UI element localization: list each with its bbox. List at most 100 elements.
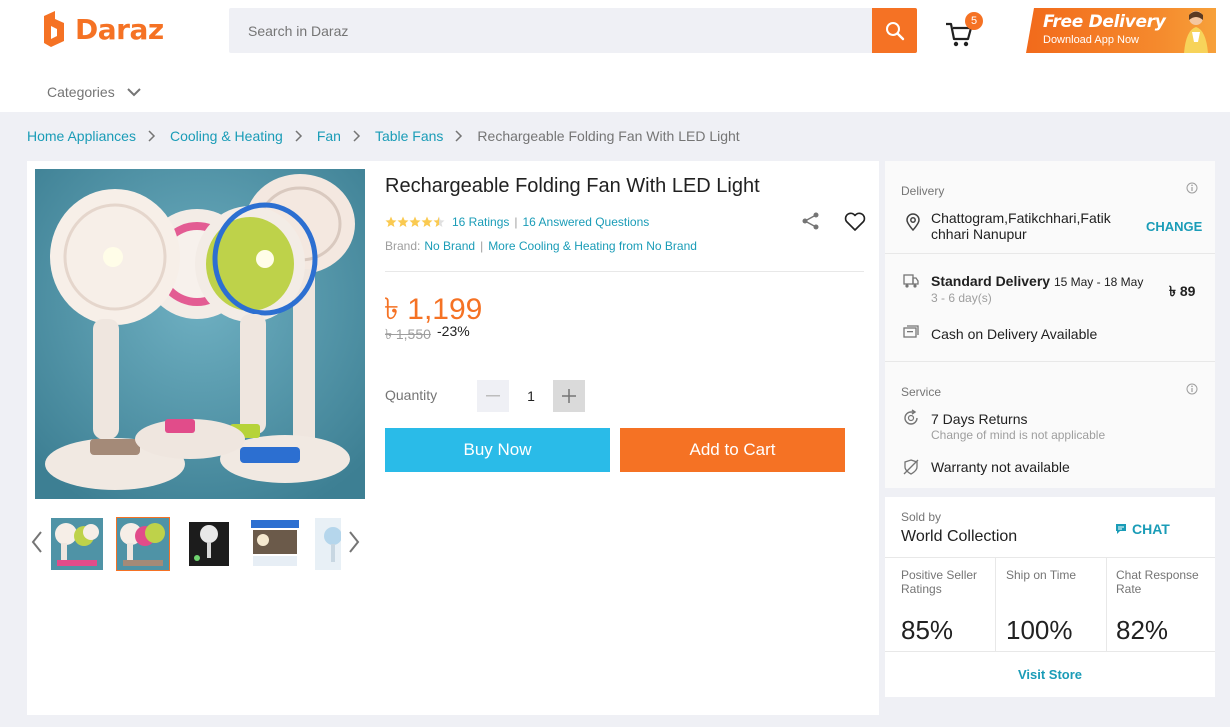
thumbnail-1[interactable]	[51, 518, 103, 570]
daraz-logo-icon	[44, 11, 64, 47]
separator: |	[514, 215, 518, 229]
standard-delivery-days: 3 - 6 day(s)	[931, 291, 992, 305]
metric-label: Chat Response Rate	[1116, 568, 1199, 596]
cart-count-badge: 5	[965, 12, 983, 30]
search-button[interactable]	[872, 8, 917, 53]
seller-name[interactable]: World Collection	[901, 528, 1017, 546]
returns-policy-note: Change of mind is not applicable	[931, 428, 1106, 442]
chevron-right-icon	[455, 130, 463, 142]
star-half-icon	[433, 216, 445, 227]
chevron-right-icon	[353, 130, 360, 142]
thumbnail-image	[183, 518, 235, 570]
divider	[885, 651, 1215, 652]
standard-delivery-row: Standard Delivery 15 May - 18 May	[931, 273, 1143, 289]
answered-questions-link[interactable]: 16 Answered Questions	[523, 215, 650, 229]
cart-button[interactable]: 5	[944, 12, 984, 52]
search-icon	[885, 21, 904, 40]
thumbnail-image	[117, 518, 169, 570]
metric-value: 82%	[1116, 615, 1169, 645]
metric-value: 85%	[901, 615, 954, 645]
minus-icon	[486, 395, 500, 397]
seller-metric-chat-response: Chat Response Rate 82%	[1107, 557, 1215, 651]
standard-delivery-dates: 15 May - 18 May	[1053, 275, 1144, 289]
standard-delivery-label: Standard Delivery	[931, 273, 1051, 289]
breadcrumb-fan[interactable]: Fan	[317, 128, 341, 144]
breadcrumb-home-appliances[interactable]: Home Appliances	[27, 128, 136, 144]
star-icon	[421, 216, 433, 227]
delivery-fee: ৳ 89	[1169, 283, 1196, 299]
thumbnail-image	[249, 518, 301, 570]
chevron-right-icon[interactable]	[347, 530, 361, 554]
add-to-cart-button[interactable]: Add to Cart	[620, 428, 845, 472]
promo-subtitle: Download App Now	[1043, 34, 1140, 46]
seller-metric-positive-ratings: Positive Seller Ratings 85%	[885, 557, 996, 651]
chevron-left-icon[interactable]	[30, 530, 44, 554]
delivery-location: Chattogram,Fatikchhari,Fatik chhari Nanu…	[931, 210, 1111, 242]
sold-by-label: Sold by	[901, 510, 942, 524]
promo-model-image	[1184, 11, 1208, 53]
categories-dropdown[interactable]: Categories	[47, 84, 141, 100]
info-icon[interactable]	[1186, 182, 1198, 194]
location-pin-icon	[906, 213, 920, 231]
delivery-truck-icon	[903, 274, 919, 288]
quantity-decrease-button[interactable]	[477, 380, 509, 412]
return-icon	[904, 409, 918, 425]
search-bar	[229, 8, 917, 53]
thumbnail-image	[51, 518, 103, 570]
returns-policy: 7 Days Returns	[931, 411, 1028, 427]
free-delivery-banner[interactable]: Free Delivery Download App Now	[1026, 8, 1216, 53]
divider	[385, 271, 864, 272]
chevron-right-icon	[148, 130, 156, 142]
chat-label: CHAT	[1132, 521, 1170, 537]
info-icon[interactable]	[1186, 383, 1198, 395]
promo-title: Free Delivery	[1043, 12, 1166, 32]
share-icon[interactable]	[801, 211, 821, 231]
buy-now-button[interactable]: Buy Now	[385, 428, 610, 472]
metric-label: Positive Seller Ratings	[901, 568, 978, 596]
plus-icon	[562, 389, 576, 403]
logo-text: Daraz	[75, 12, 164, 46]
more-from-brand-link[interactable]: More Cooling & Heating from No Brand	[488, 239, 697, 253]
discount-percent: -23%	[437, 323, 470, 339]
seller-panel: Sold by World Collection CHAT Positive S…	[885, 497, 1215, 697]
breadcrumb: Home Appliances Cooling & Heating Fan Ta…	[27, 128, 740, 144]
thumbnail-4[interactable]	[249, 518, 301, 570]
breadcrumb-current: Rechargeable Folding Fan With LED Light	[477, 128, 740, 144]
quantity-input[interactable]	[509, 380, 553, 412]
brand-label: Brand:	[385, 239, 421, 253]
star-icon	[385, 216, 397, 227]
separator: |	[480, 239, 484, 253]
change-location-button[interactable]: CHANGE	[1146, 219, 1202, 234]
chat-icon	[1116, 524, 1126, 534]
delivery-section-label: Delivery	[901, 184, 945, 198]
thumbnail-5[interactable]	[315, 518, 341, 570]
star-rating[interactable]	[385, 216, 445, 228]
fan-product-photo	[35, 169, 365, 499]
thumbnail-3[interactable]	[183, 518, 235, 570]
service-section-label: Service	[901, 385, 942, 399]
visit-store-link[interactable]: Visit Store	[885, 667, 1215, 682]
cash-on-delivery: Cash on Delivery Available	[931, 326, 1098, 342]
breadcrumb-cooling-heating[interactable]: Cooling & Heating	[170, 128, 283, 144]
metric-label: Ship on Time	[1006, 568, 1077, 582]
warranty-off-icon	[903, 459, 919, 475]
divider	[885, 361, 1215, 362]
chevron-down-icon	[126, 87, 141, 96]
top-header: Daraz 5 Free Delivery Download App Now	[0, 0, 1230, 112]
rating-row: 16 Ratings | 16 Answered Questions	[385, 215, 649, 229]
ratings-link[interactable]: 16 Ratings	[452, 215, 509, 229]
breadcrumb-table-fans[interactable]: Table Fans	[375, 128, 443, 144]
product-main-image[interactable]	[35, 169, 365, 499]
brand-link[interactable]: No Brand	[424, 239, 475, 253]
original-price: ৳ 1,550	[385, 326, 431, 342]
heart-icon[interactable]	[844, 212, 866, 232]
search-input[interactable]	[229, 8, 872, 53]
cash-icon	[903, 325, 919, 338]
chat-button[interactable]: CHAT	[1115, 521, 1170, 537]
daraz-logo[interactable]: Daraz	[41, 8, 164, 50]
seller-metric-ship-on-time: Ship on Time 100%	[996, 557, 1107, 651]
categories-label: Categories	[47, 84, 115, 100]
thumbnail-2[interactable]	[116, 517, 170, 571]
product-title: Rechargeable Folding Fan With LED Light	[385, 175, 760, 197]
quantity-increase-button[interactable]	[553, 380, 585, 412]
